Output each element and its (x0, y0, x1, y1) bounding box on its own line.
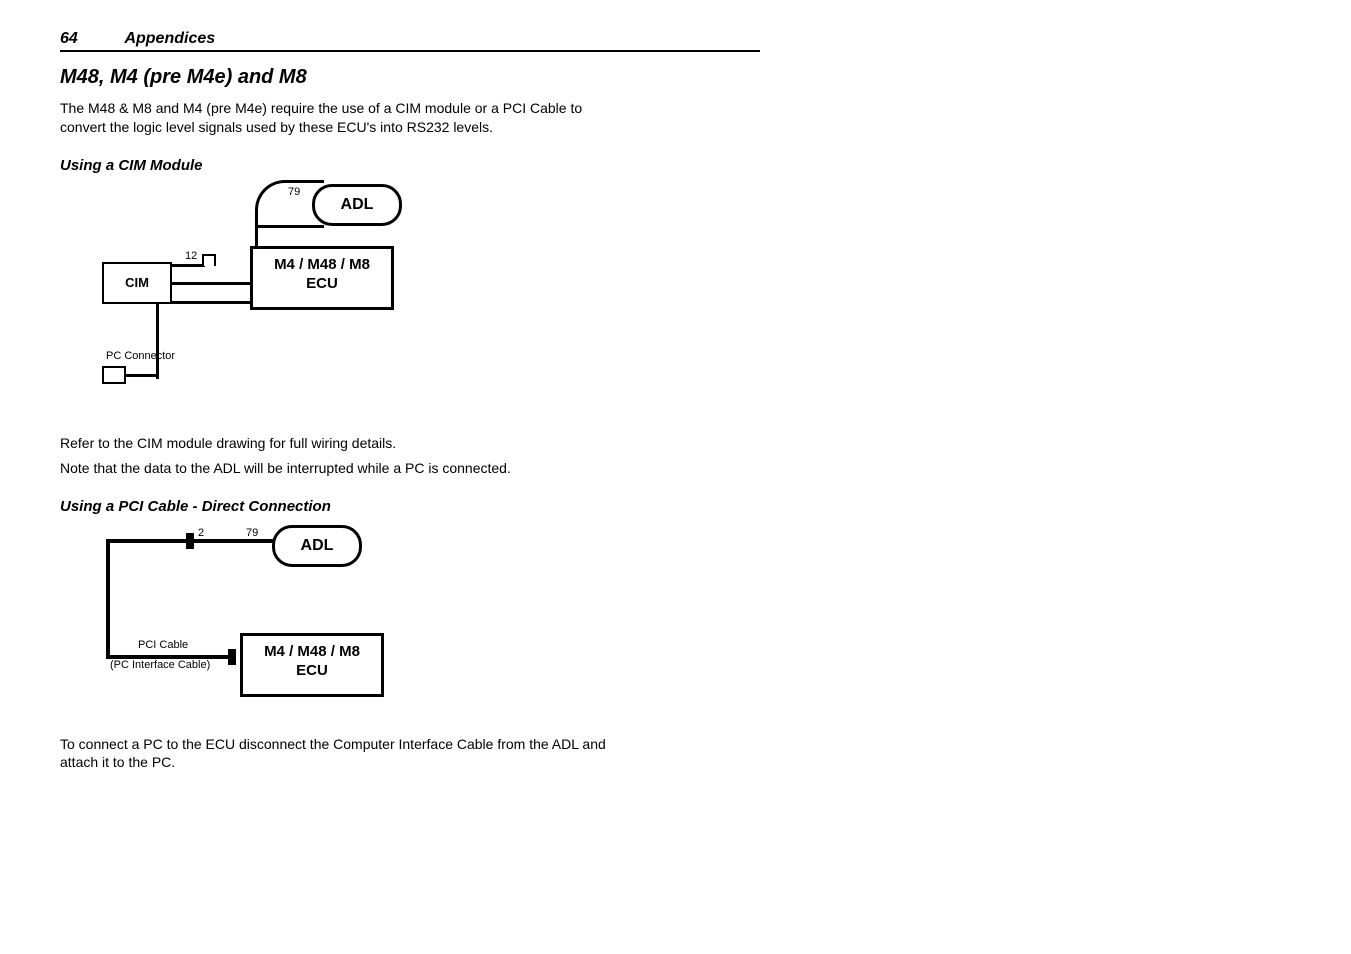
wire-vert (106, 539, 110, 659)
pci-cable-label: PCI Cable (138, 639, 188, 651)
wire-cim-lower-v (156, 301, 159, 379)
plug-ecu (228, 649, 236, 665)
pci-note: To connect a PC to the ECU disconnect th… (60, 735, 620, 773)
cim-note-1: Refer to the CIM module drawing for full… (60, 434, 620, 453)
cim-box: CIM (102, 262, 172, 304)
page-content: 64 Appendices M48, M4 (pre M4e) and M8 T… (60, 30, 760, 772)
heading-1: M48, M4 (pre M4e) and M8 (60, 66, 760, 89)
pc-connector-label: PC Connector (106, 350, 175, 362)
heading-pci: Using a PCI Cable - Direct Connection (60, 498, 760, 515)
connector-stub (202, 254, 216, 266)
diagram-pci: 2 79 ADL M4 / M48 / M8ECU PCI Cable (PC … (60, 525, 420, 715)
pc-connector-wire (124, 374, 158, 377)
wire-cim-upper (171, 264, 205, 267)
adl-box: ADL (312, 184, 402, 226)
cim-note-2: Note that the data to the ADL will be in… (60, 459, 620, 478)
section-name: Appendices (124, 30, 215, 47)
heading-cim: Using a CIM Module (60, 157, 760, 174)
ecu-box: M4 / M48 / M8ECU (250, 246, 394, 310)
pin-12-label: 12 (185, 250, 197, 262)
plug-adl (186, 533, 194, 549)
pc-connector-box (102, 366, 126, 384)
ecu-box: M4 / M48 / M8ECU (240, 633, 384, 697)
adl-box: ADL (272, 525, 362, 567)
pin-2-label: 2 (198, 527, 204, 539)
running-header: 64 Appendices (60, 30, 760, 52)
pci-cable-sublabel: (PC Interface Cable) (110, 659, 210, 671)
wire-cim-mid (171, 282, 251, 285)
pin-79-label: 79 (246, 527, 258, 539)
intro-paragraph: The M48 & M8 and M4 (pre M4e) require th… (60, 99, 620, 137)
page-number: 64 (60, 30, 120, 48)
diagram-cim: 79 ADL M4 / M48 / M8ECU 12 CIM PC Connec… (60, 184, 420, 414)
